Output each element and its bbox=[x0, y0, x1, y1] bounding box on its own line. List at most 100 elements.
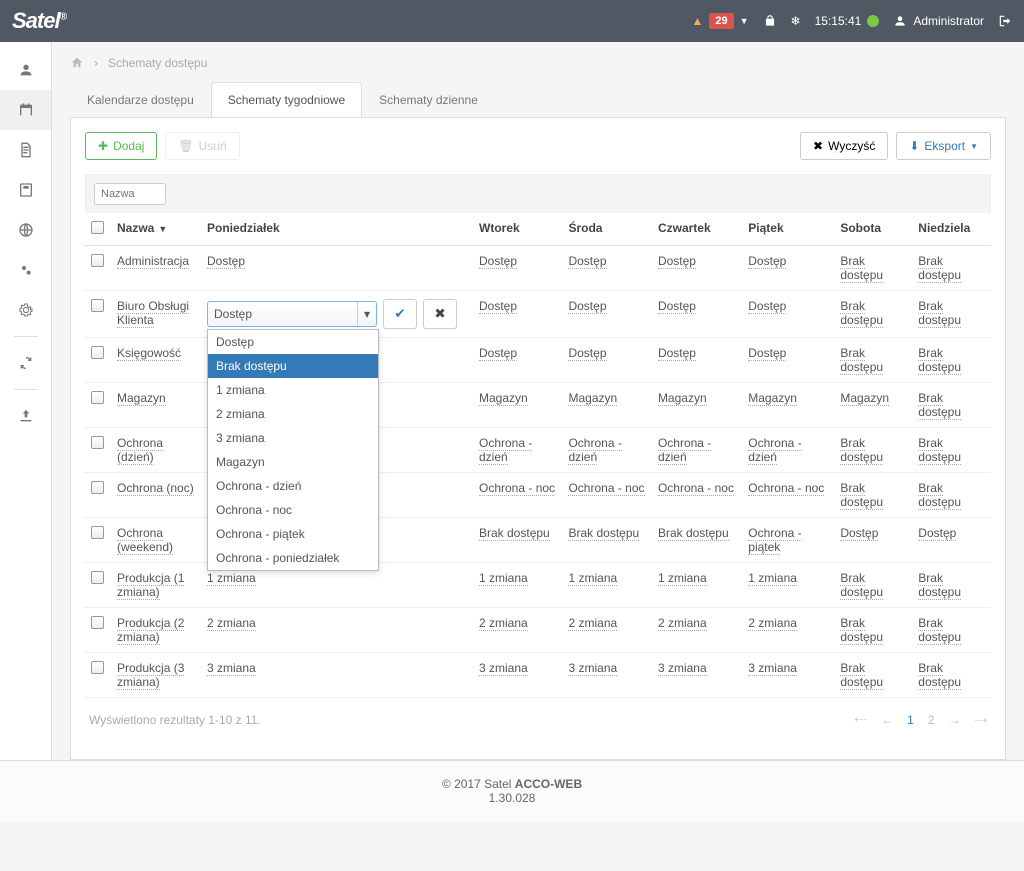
cell-name[interactable]: Biuro Obsługi Klienta bbox=[117, 299, 189, 328]
cell-fri[interactable]: Ochrona - dzień bbox=[748, 436, 801, 465]
pager-page-2[interactable]: 2 bbox=[928, 713, 935, 727]
pager-last-icon[interactable]: ⤏ bbox=[975, 712, 987, 727]
col-name[interactable]: Nazwa▼ bbox=[111, 213, 201, 246]
cell-fri[interactable]: 3 zmiana bbox=[748, 661, 797, 676]
home-icon[interactable] bbox=[70, 56, 84, 70]
pager-prev-icon[interactable]: ← bbox=[881, 713, 893, 727]
cell-thu[interactable]: 2 zmiana bbox=[658, 616, 707, 631]
cell-thu[interactable]: Ochrona - dzień bbox=[658, 436, 711, 465]
cell-sun[interactable]: Brak dostępu bbox=[918, 254, 961, 283]
cell-name[interactable]: Produkcja (1 zmiana) bbox=[117, 571, 184, 600]
cell-sat[interactable]: Brak dostępu bbox=[840, 299, 883, 328]
cell-tue[interactable]: 3 zmiana bbox=[479, 661, 528, 676]
cell-name[interactable]: Księgowość bbox=[117, 346, 181, 361]
cell-sat[interactable]: Brak dostępu bbox=[840, 254, 883, 283]
cell-sun[interactable]: Brak dostępu bbox=[918, 299, 961, 328]
cell-wed[interactable]: 3 zmiana bbox=[568, 661, 617, 676]
cell-sun[interactable]: Brak dostępu bbox=[918, 436, 961, 465]
sidebar-document[interactable] bbox=[0, 130, 51, 170]
cell-sun[interactable]: Brak dostępu bbox=[918, 616, 961, 645]
cell-thu[interactable]: Magazyn bbox=[658, 391, 707, 406]
cell-tue[interactable]: Ochrona - dzień bbox=[479, 436, 532, 465]
cell-name[interactable]: Ochrona (weekend) bbox=[117, 526, 173, 555]
clear-button[interactable]: ✖ Wyczyść bbox=[800, 132, 888, 160]
logout-button[interactable] bbox=[998, 14, 1012, 28]
cell-wed[interactable]: 1 zmiana bbox=[568, 571, 617, 586]
cell-fri[interactable]: Ochrona - noc bbox=[748, 481, 824, 496]
row-checkbox[interactable] bbox=[91, 436, 104, 449]
cell-wed[interactable]: Dostęp bbox=[568, 346, 606, 361]
cell-sun[interactable]: Brak dostępu bbox=[918, 391, 961, 420]
warning-indicator[interactable]: ▲ 29 ▼ bbox=[691, 13, 748, 29]
cell-mon[interactable]: 1 zmiana bbox=[207, 571, 256, 586]
cell-wed[interactable]: Ochrona - noc bbox=[568, 481, 644, 496]
cell-thu[interactable]: Dostęp bbox=[658, 299, 696, 314]
sidebar-devices[interactable] bbox=[0, 170, 51, 210]
col-wed[interactable]: Środa bbox=[562, 213, 651, 246]
cell-sun[interactable]: Brak dostępu bbox=[918, 481, 961, 510]
cell-mon[interactable]: Dostęp bbox=[207, 254, 245, 269]
col-sun[interactable]: Niedziela bbox=[912, 213, 991, 246]
sidebar-calendar[interactable] bbox=[0, 90, 51, 130]
cell-thu[interactable]: Brak dostępu bbox=[658, 526, 729, 541]
dropdown-option[interactable]: Dostęp bbox=[208, 330, 378, 354]
sidebar-settings[interactable] bbox=[0, 250, 51, 290]
cell-thu[interactable]: Dostęp bbox=[658, 254, 696, 269]
dropdown-option[interactable]: 3 zmiana bbox=[208, 426, 378, 450]
dropdown-option[interactable]: Ochrona - noc bbox=[208, 498, 378, 522]
cell-name[interactable]: Administracja bbox=[117, 254, 189, 269]
cell-wed[interactable]: Dostęp bbox=[568, 254, 606, 269]
confirm-button[interactable]: ✔ bbox=[383, 299, 417, 329]
cell-name[interactable]: Ochrona (dzień) bbox=[117, 436, 163, 465]
sidebar-sync[interactable] bbox=[0, 343, 51, 383]
row-checkbox[interactable] bbox=[91, 299, 104, 312]
cell-tue[interactable]: Brak dostępu bbox=[479, 526, 550, 541]
cell-fri[interactable]: Dostęp bbox=[748, 299, 786, 314]
cell-fri[interactable]: 1 zmiana bbox=[748, 571, 797, 586]
col-fri[interactable]: Piątek bbox=[742, 213, 834, 246]
cell-tue[interactable]: Magazyn bbox=[479, 391, 528, 406]
sidebar-users[interactable] bbox=[0, 50, 51, 90]
cell-fri[interactable]: Dostęp bbox=[748, 346, 786, 361]
cell-wed[interactable]: Ochrona - dzień bbox=[568, 436, 621, 465]
row-checkbox[interactable] bbox=[91, 346, 104, 359]
select-all-checkbox[interactable] bbox=[91, 221, 104, 234]
cell-sat[interactable]: Magazyn bbox=[840, 391, 889, 406]
sidebar-config[interactable] bbox=[0, 290, 51, 330]
cell-sat[interactable]: Brak dostępu bbox=[840, 571, 883, 600]
cell-thu[interactable]: Dostęp bbox=[658, 346, 696, 361]
cell-tue[interactable]: 2 zmiana bbox=[479, 616, 528, 631]
cell-tue[interactable]: Dostęp bbox=[479, 299, 517, 314]
tab-daily[interactable]: Schematy dzienne bbox=[362, 82, 495, 117]
add-button[interactable]: ✚ Dodaj bbox=[85, 132, 157, 160]
delete-button[interactable]: 🗑 Usuń bbox=[165, 132, 239, 160]
cell-wed[interactable]: Brak dostępu bbox=[568, 526, 639, 541]
pager-page-1[interactable]: 1 bbox=[907, 713, 914, 727]
cell-fri[interactable]: 2 zmiana bbox=[748, 616, 797, 631]
cell-sat[interactable]: Brak dostępu bbox=[840, 616, 883, 645]
dropdown-option[interactable]: Ochrona - piątek bbox=[208, 522, 378, 546]
cell-name[interactable]: Ochrona (noc) bbox=[117, 481, 194, 496]
cell-wed[interactable]: Dostęp bbox=[568, 299, 606, 314]
cancel-button[interactable]: ✖ bbox=[423, 299, 457, 329]
export-button[interactable]: ⬇ Eksport ▼ bbox=[896, 132, 991, 160]
cell-name[interactable]: Produkcja (2 zmiana) bbox=[117, 616, 184, 645]
col-tue[interactable]: Wtorek bbox=[473, 213, 562, 246]
cell-thu[interactable]: Ochrona - noc bbox=[658, 481, 734, 496]
cell-sun[interactable]: Brak dostępu bbox=[918, 571, 961, 600]
cell-sat[interactable]: Brak dostępu bbox=[840, 661, 883, 690]
cell-thu[interactable]: 1 zmiana bbox=[658, 571, 707, 586]
name-filter-input[interactable] bbox=[94, 183, 166, 205]
cell-sun[interactable]: Brak dostępu bbox=[918, 346, 961, 375]
col-thu[interactable]: Czwartek bbox=[652, 213, 742, 246]
dropdown-option[interactable]: Ochrona - dzień bbox=[208, 474, 378, 498]
col-mon[interactable]: Poniedziałek bbox=[201, 213, 473, 246]
cell-tue[interactable]: Dostęp bbox=[479, 254, 517, 269]
tab-calendars[interactable]: Kalendarze dostępu bbox=[70, 82, 211, 117]
row-checkbox[interactable] bbox=[91, 254, 104, 267]
cell-sat[interactable]: Dostęp bbox=[840, 526, 878, 541]
cell-sun[interactable]: Brak dostępu bbox=[918, 661, 961, 690]
row-checkbox[interactable] bbox=[91, 481, 104, 494]
dropdown-option[interactable]: 1 zmiana bbox=[208, 378, 378, 402]
user-menu[interactable]: Administrator bbox=[893, 14, 984, 28]
